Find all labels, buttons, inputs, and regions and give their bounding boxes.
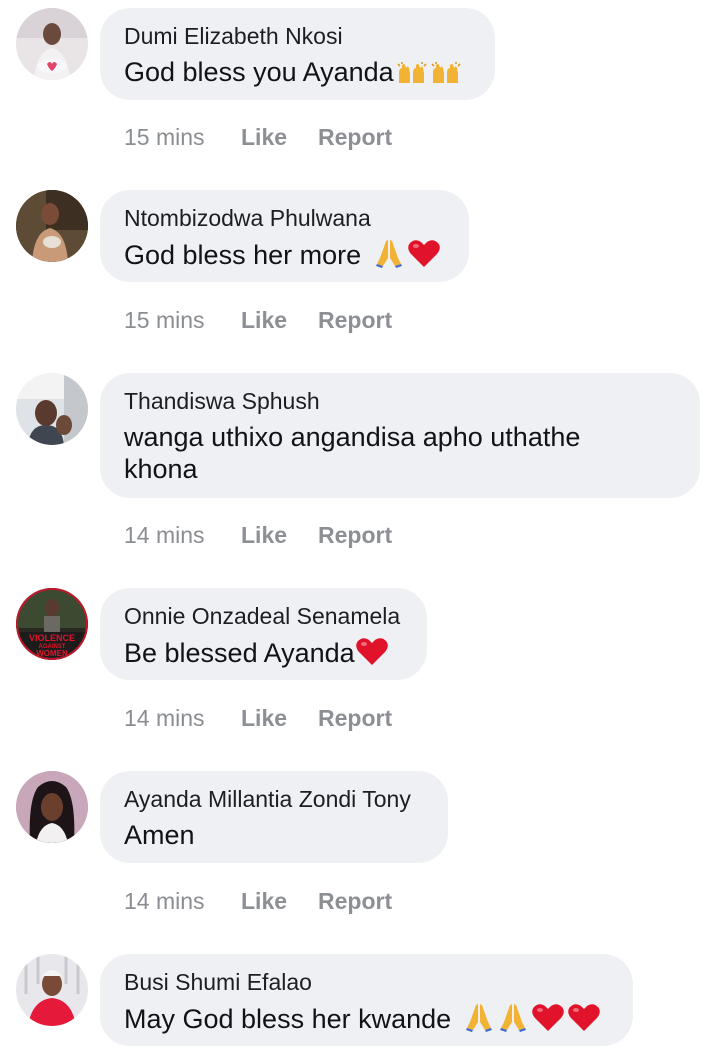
red-heart-icon bbox=[355, 638, 388, 665]
comment-bubble: Onnie Onzadeal Senamela Be blessed Ayand… bbox=[100, 588, 427, 680]
red-heart-icon bbox=[407, 240, 440, 267]
avatar[interactable] bbox=[16, 771, 88, 843]
comment-text: God bless you Ayanda bbox=[124, 56, 471, 88]
emoji-group bbox=[373, 238, 441, 268]
comment-author[interactable]: Ayanda Millantia Zondi Tony bbox=[124, 785, 424, 813]
comment-time: 15 mins bbox=[124, 124, 205, 150]
report-button[interactable]: Report bbox=[318, 522, 392, 549]
comment-bubble: Ayanda Millantia Zondi Tony Amen bbox=[100, 771, 448, 863]
like-button[interactable]: Like bbox=[241, 888, 318, 915]
emoji-group bbox=[355, 636, 389, 666]
emoji-group bbox=[463, 1002, 601, 1032]
comment-time: 14 mins bbox=[124, 888, 205, 914]
comment-time: 14 mins bbox=[124, 705, 205, 731]
red-heart-icon bbox=[531, 1004, 564, 1031]
comment-text: May God bless her kwande bbox=[124, 1002, 609, 1035]
praying-hands-icon bbox=[375, 240, 402, 268]
avatar[interactable] bbox=[16, 373, 88, 445]
red-heart-icon bbox=[567, 1004, 600, 1031]
comment-bubble: Dumi Elizabeth Nkosi God bless you Ayand… bbox=[100, 8, 495, 100]
comment-text: wanga uthixo angandisa apho uthathe khon… bbox=[124, 422, 581, 484]
like-button[interactable]: Like bbox=[241, 522, 318, 549]
comment-text: Be blessed Ayanda bbox=[124, 636, 403, 669]
report-button[interactable]: Report bbox=[318, 124, 392, 151]
comment-text: God bless her more bbox=[124, 238, 445, 271]
emoji-group bbox=[396, 61, 462, 85]
like-button[interactable]: Like bbox=[241, 124, 318, 151]
comment-author[interactable]: Thandiswa Sphush bbox=[124, 387, 676, 415]
comment-text-content: Be blessed Ayanda bbox=[124, 638, 355, 668]
raising-hands-icon bbox=[397, 62, 427, 83]
praying-hands-icon bbox=[465, 1004, 492, 1032]
avatar-caption: VIOLENCE bbox=[29, 633, 75, 643]
avatar[interactable] bbox=[16, 954, 88, 1026]
comment-actions: 14 mins Like Report bbox=[124, 888, 392, 915]
raising-hands-icon bbox=[431, 62, 461, 83]
comment-text-content: May God bless her kwande bbox=[124, 1004, 459, 1034]
comment-actions: 15 mins Like Report bbox=[124, 124, 392, 151]
comment-text-content: God bless her more bbox=[124, 240, 369, 270]
comment-bubble: Busi Shumi Efalao May God bless her kwan… bbox=[100, 954, 633, 1046]
comment-text-content: God bless you Ayanda bbox=[124, 57, 394, 87]
praying-hands-icon bbox=[499, 1004, 526, 1032]
comment-bubble: Thandiswa Sphush wanga uthixo angandisa … bbox=[100, 373, 700, 498]
comment-time: 15 mins bbox=[124, 307, 205, 333]
report-button[interactable]: Report bbox=[318, 705, 392, 732]
avatar[interactable]: VIOLENCE AGAINST WOMEN bbox=[16, 588, 88, 660]
comment-author[interactable]: Ntombizodwa Phulwana bbox=[124, 204, 445, 232]
report-button[interactable]: Report bbox=[318, 307, 392, 334]
comment-actions: 15 mins Like Report bbox=[124, 307, 392, 334]
avatar[interactable] bbox=[16, 190, 88, 262]
comment-author[interactable]: Dumi Elizabeth Nkosi bbox=[124, 22, 471, 50]
comment-actions: 14 mins Like Report bbox=[124, 705, 392, 732]
like-button[interactable]: Like bbox=[241, 307, 318, 334]
comment-author[interactable]: Onnie Onzadeal Senamela bbox=[124, 602, 403, 630]
comment-bubble: Ntombizodwa Phulwana God bless her more bbox=[100, 190, 469, 282]
avatar[interactable] bbox=[16, 8, 88, 80]
comment-text: Amen bbox=[124, 820, 195, 850]
comment-actions: 14 mins Like Report bbox=[124, 522, 392, 549]
comment-author[interactable]: Busi Shumi Efalao bbox=[124, 968, 609, 996]
report-button[interactable]: Report bbox=[318, 888, 392, 915]
comment-time: 14 mins bbox=[124, 522, 205, 548]
like-button[interactable]: Like bbox=[241, 705, 318, 732]
